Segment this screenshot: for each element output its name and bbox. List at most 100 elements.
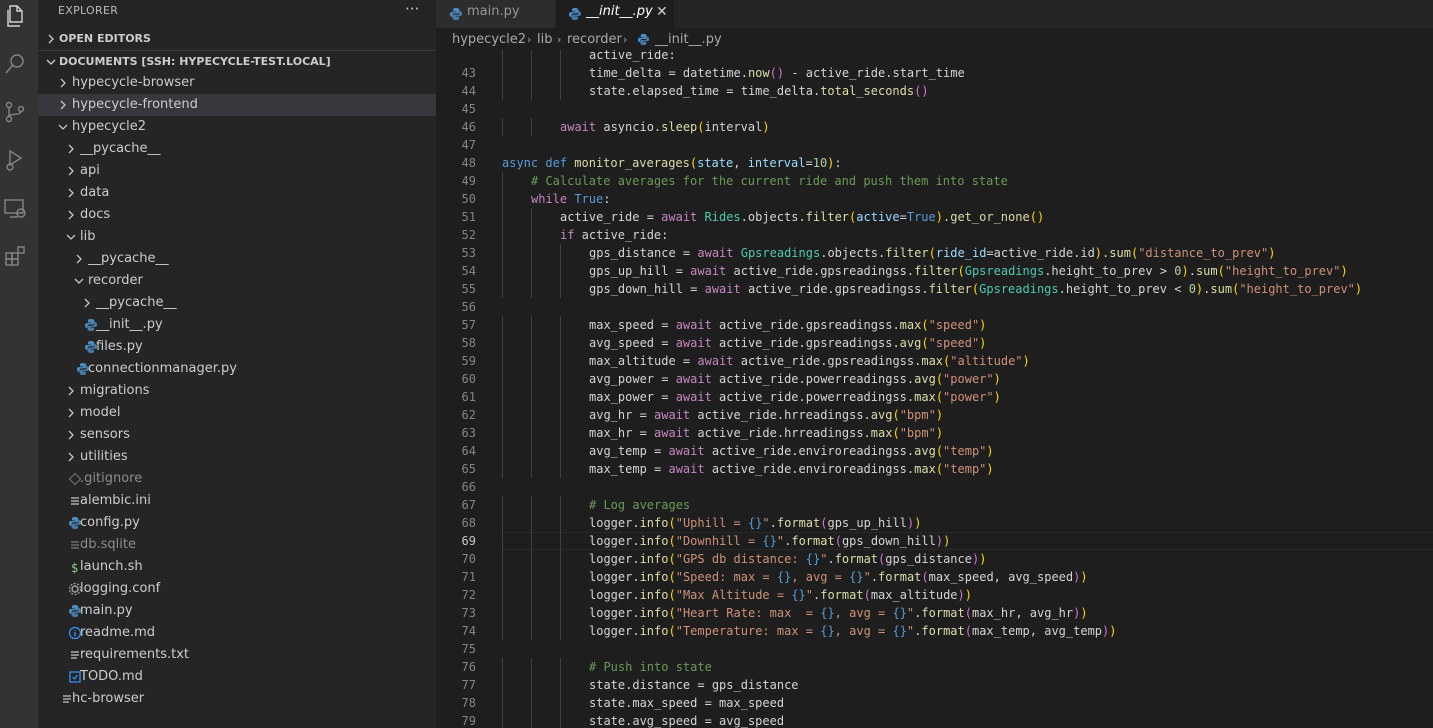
breadcrumb-item[interactable]: lib <box>537 32 552 47</box>
tree-file[interactable]: .gitignore <box>38 468 436 490</box>
code-line: avg_speed = await active_ride.gpsreading… <box>589 336 987 350</box>
tab-init-py[interactable]: __init__.py ✕ <box>556 0 674 28</box>
extensions-icon[interactable] <box>3 244 27 268</box>
tree-item-label: hypecycle-frontend <box>72 97 198 112</box>
line-number: 45 <box>461 102 476 116</box>
chevron-right-icon <box>64 142 78 156</box>
tree-folder[interactable]: docs <box>38 204 436 226</box>
line-number: 56 <box>461 300 476 314</box>
tab-label: main.py <box>467 4 520 19</box>
line-number: 76 <box>461 660 476 674</box>
chevron-right-icon <box>44 32 58 46</box>
tree-folder[interactable]: hypecycle-frontend <box>38 94 436 116</box>
code-line: # Push into state <box>589 660 712 674</box>
line-number: 44 <box>461 84 476 98</box>
breadcrumb: hypecycle2 › lib › recorder › __init__.p… <box>436 28 1433 50</box>
code-line: max_hr = await active_ride.hrreadingss.m… <box>589 426 944 440</box>
code-line: max_speed = await active_ride.gpsreading… <box>589 318 987 332</box>
tree-file[interactable]: $ launch.sh <box>38 556 436 578</box>
source-control-icon[interactable] <box>3 100 27 124</box>
line-number: 52 <box>461 228 476 242</box>
line-number: 79 <box>461 714 476 728</box>
line-number: 70 <box>461 552 476 566</box>
tree-item-label: recorder <box>88 273 143 288</box>
code-line: await asyncio.sleep(interval) <box>560 120 770 134</box>
tree-folder[interactable]: model <box>38 402 436 424</box>
chevron-right-icon <box>64 208 78 222</box>
code-editor[interactable]: active_ride: 43 time_delta = datetime.now(… <box>436 50 1433 728</box>
tree-folder[interactable]: recorder <box>38 270 436 292</box>
tree-item-label: lib <box>80 229 96 244</box>
line-number: 50 <box>461 192 476 206</box>
tree-folder[interactable]: api <box>38 160 436 182</box>
tree-file[interactable]: alembic.ini <box>38 490 436 512</box>
line-number: 59 <box>461 354 476 368</box>
search-icon[interactable] <box>3 52 27 76</box>
code-line: state.max_speed = max_speed <box>589 696 785 710</box>
tree-file[interactable]: files.py <box>38 336 436 358</box>
code-line: if active_ride: <box>560 228 669 242</box>
code-line: avg_hr = await active_ride.hrreadingss.a… <box>589 408 944 422</box>
tree-folder[interactable]: lib <box>38 226 436 248</box>
chevron-down-icon <box>64 230 78 244</box>
tab-main-py[interactable]: main.py <box>436 0 555 28</box>
line-number: 51 <box>461 210 476 224</box>
workspace-label: DOCUMENTS [SSH: HYPECYCLE-TEST.LOCAL] <box>59 55 331 68</box>
tree-item-label: .gitignore <box>80 471 143 486</box>
tree-folder[interactable]: __pycache__ <box>38 248 436 270</box>
line-number: 71 <box>461 570 476 584</box>
tree-file[interactable]: config.py <box>38 512 436 534</box>
chevron-down-icon <box>44 55 58 69</box>
tree-file[interactable]: readme.md <box>38 622 436 644</box>
chevron-right-icon <box>64 384 78 398</box>
breadcrumb-item[interactable]: hypecycle2 <box>452 32 526 47</box>
close-tab-icon[interactable]: ✕ <box>656 0 668 24</box>
line-number: 55 <box>461 282 476 296</box>
chevron-right-icon <box>64 450 78 464</box>
tree-item-label: sensors <box>80 427 130 442</box>
line-number: 47 <box>461 138 476 152</box>
tree-file[interactable]: connectionmanager.py <box>38 358 436 380</box>
open-editors-section[interactable]: OPEN EDITORS <box>38 28 436 50</box>
tree-file[interactable]: db.sqlite <box>38 534 436 556</box>
tree-file[interactable]: TODO.md <box>38 666 436 688</box>
breadcrumb-item[interactable]: recorder <box>567 32 622 47</box>
code-line: async def monitor_averages(state, interv… <box>502 156 842 170</box>
tree-folder[interactable]: __pycache__ <box>38 138 436 160</box>
tree-file[interactable]: requirements.txt <box>38 644 436 666</box>
remote-explorer-icon[interactable] <box>3 196 27 220</box>
tree-item-label: main.py <box>80 603 133 618</box>
breadcrumb-item[interactable]: __init__.py <box>655 32 722 47</box>
python-file-icon <box>568 6 582 20</box>
tree-folder[interactable]: hypecycle-browser <box>38 72 436 94</box>
code-line: gps_distance = await Gpsreadings.objects… <box>589 246 1276 260</box>
tree-folder[interactable]: sensors <box>38 424 436 446</box>
code-line: state.elapsed_time = time_delta.total_se… <box>589 84 929 98</box>
tree-folder[interactable]: __pycache__ <box>38 292 436 314</box>
tree-file[interactable]: main.py <box>38 600 436 622</box>
explorer-icon[interactable] <box>3 4 27 28</box>
tree-file[interactable]: hc-browser <box>38 688 436 710</box>
code-line: gps_up_hill = await active_ride.gpsreadi… <box>589 264 1348 278</box>
tree-folder[interactable]: hypecycle2 <box>38 116 436 138</box>
tree-folder[interactable]: data <box>38 182 436 204</box>
run-debug-icon[interactable] <box>3 148 27 172</box>
code-line: logger.info("Heart Rate: max = {}, avg =… <box>589 606 1088 620</box>
line-number: 53 <box>461 246 476 260</box>
tree-file[interactable]: __init__.py <box>38 314 436 336</box>
more-actions-button[interactable]: ··· <box>405 0 419 18</box>
line-number: 61 <box>461 390 476 404</box>
tree-file[interactable]: logging.conf <box>38 578 436 600</box>
tree-folder[interactable]: migrations <box>38 380 436 402</box>
explorer-title: EXPLORER <box>58 4 119 17</box>
tree-item-label: hc-browser <box>72 691 145 706</box>
line-number: 73 <box>461 606 476 620</box>
line-number: 65 <box>461 462 476 476</box>
open-editors-label: OPEN EDITORS <box>59 32 151 45</box>
tree-item-label: __pycache__ <box>88 251 169 266</box>
tree-item-label: model <box>80 405 121 420</box>
tree-folder[interactable]: utilities <box>38 446 436 468</box>
workspace-section[interactable]: DOCUMENTS [SSH: HYPECYCLE-TEST.LOCAL] <box>38 51 436 73</box>
tree-item-label: __init__.py <box>96 317 163 332</box>
chevron-right-icon <box>72 252 86 266</box>
